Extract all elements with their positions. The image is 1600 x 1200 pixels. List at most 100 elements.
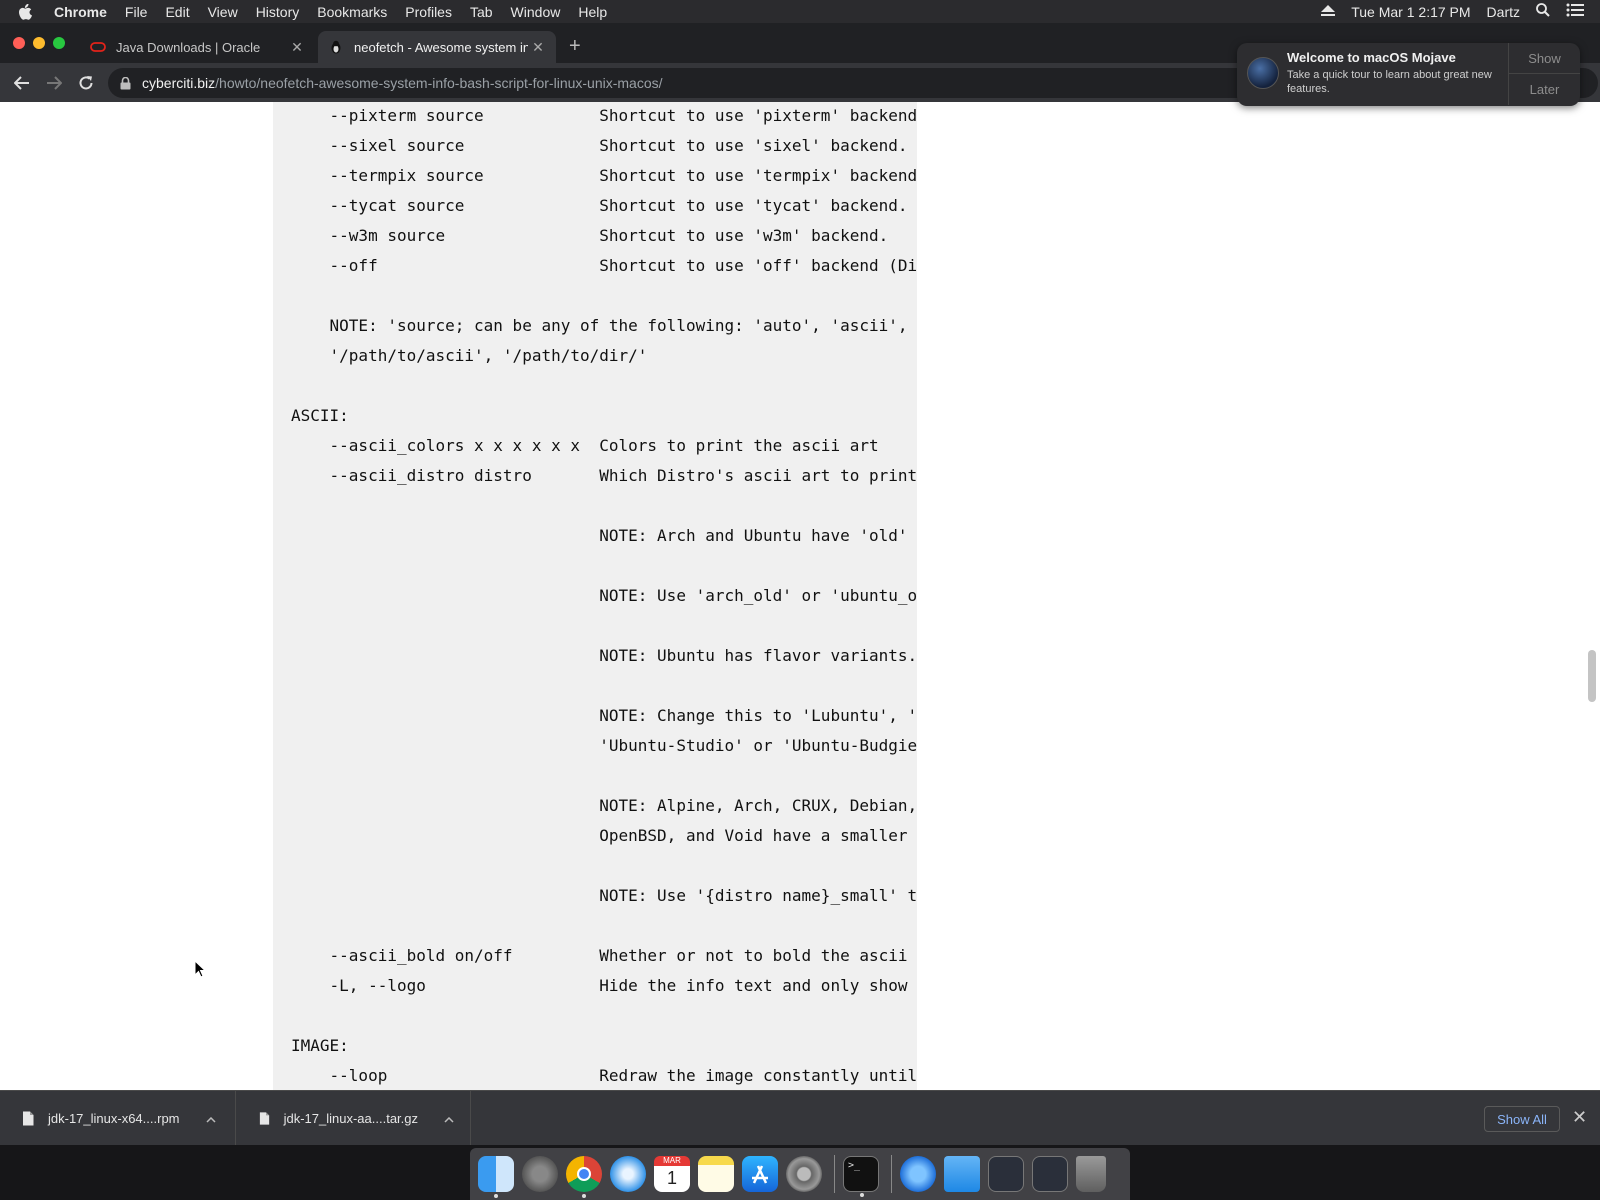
app-store-icon[interactable]: [742, 1156, 778, 1192]
close-download-shelf-icon[interactable]: ✕: [1572, 1107, 1587, 1128]
notification-later-button[interactable]: Later: [1508, 74, 1580, 105]
menu-history[interactable]: History: [256, 4, 300, 20]
running-indicator: [860, 1193, 864, 1197]
download-item[interactable]: jdk-17_linux-aa....tar.gz: [237, 1091, 471, 1146]
download-item[interactable]: jdk-17_linux-x64....rpm: [0, 1091, 236, 1146]
code-line: --loop Redraw the image constantly until: [291, 1066, 917, 1085]
notification-body: Take a quick tour to learn about great n…: [1287, 69, 1492, 95]
xcode-icon[interactable]: [900, 1156, 936, 1192]
menu-window[interactable]: Window: [511, 4, 561, 20]
menu-view[interactable]: View: [208, 4, 238, 20]
tab-neofetch[interactable]: neofetch - Awesome system in ✕: [318, 31, 556, 63]
spotlight-search-icon[interactable]: [1536, 3, 1550, 20]
tab-title: Java Downloads | Oracle: [116, 39, 261, 55]
launchpad-icon[interactable]: [522, 1156, 558, 1192]
calendar-icon[interactable]: MAR 1: [654, 1156, 690, 1192]
running-indicator: [582, 1194, 586, 1198]
safari-icon[interactable]: [610, 1156, 646, 1192]
code-line: --ascii_colors x x x x x x Colors to pri…: [291, 436, 879, 455]
clock[interactable]: Tue Mar 1 2:17 PM: [1351, 4, 1470, 20]
code-line: NOTE: Use '{distro name}_small' t: [291, 886, 917, 905]
tab-java-downloads[interactable]: Java Downloads | Oracle ✕: [80, 31, 315, 63]
code-line: NOTE: Ubuntu has flavor variants.: [291, 646, 917, 665]
macos-mojave-icon: [1247, 57, 1279, 89]
mojave-notification[interactable]: Welcome to macOS Mojave Take a quick tou…: [1237, 43, 1580, 106]
menu-help[interactable]: Help: [578, 4, 607, 20]
calendar-day: 1: [666, 1168, 677, 1188]
lock-icon[interactable]: [120, 76, 132, 90]
running-indicator: [494, 1194, 498, 1198]
dock: MAR 1 >_: [470, 1148, 1130, 1200]
new-tab-button[interactable]: +: [569, 35, 581, 58]
dock-separator: [834, 1155, 835, 1193]
tab-close-icon[interactable]: ✕: [528, 39, 548, 56]
show-all-downloads-button[interactable]: Show All: [1484, 1106, 1560, 1132]
code-line: --sixel source Shortcut to use 'sixel' b…: [291, 136, 908, 155]
url-domain: cyberciti.biz: [142, 75, 216, 91]
file-icon: [259, 1112, 270, 1125]
system-preferences-icon[interactable]: [786, 1156, 822, 1192]
code-line: '/path/to/ascii', '/path/to/dir/': [291, 346, 648, 365]
back-arrow-icon[interactable]: [10, 71, 34, 95]
page-content[interactable]: --pixterm source Shortcut to use 'pixter…: [0, 102, 1600, 1090]
chevron-up-icon[interactable]: [444, 1112, 454, 1126]
code-line: --ascii_bold on/off Whether or not to bo…: [291, 946, 908, 965]
notification-center-icon[interactable]: [1566, 3, 1584, 20]
code-line: --pixterm source Shortcut to use 'pixter…: [291, 106, 917, 125]
screenshot2-icon[interactable]: [1032, 1156, 1068, 1192]
code-line: IMAGE:: [291, 1036, 349, 1055]
download-filename: jdk-17_linux-x64....rpm: [48, 1111, 180, 1126]
terminal-icon[interactable]: >_: [843, 1156, 879, 1197]
mouse-pointer-icon: [194, 959, 207, 983]
url-path: /howto/neofetch-awesome-system-info-bash…: [215, 75, 663, 91]
code-line: NOTE: Change this to 'Lubuntu', ': [291, 706, 917, 725]
chevron-up-icon[interactable]: [205, 1112, 216, 1126]
window-fullscreen-button[interactable]: [53, 37, 65, 49]
download-filename: jdk-17_linux-aa....tar.gz: [283, 1111, 418, 1126]
menu-bookmarks[interactable]: Bookmarks: [317, 4, 387, 20]
trash-icon[interactable]: [1076, 1156, 1106, 1192]
folder-icon[interactable]: [944, 1156, 980, 1192]
code-line: NOTE: Use 'arch_old' or 'ubuntu_o: [291, 586, 917, 605]
notification-title: Welcome to macOS Mojave: [1287, 50, 1456, 65]
code-line: --off Shortcut to use 'off' backend (Di: [291, 256, 917, 275]
chrome-icon[interactable]: [566, 1156, 602, 1198]
code-line: ASCII:: [291, 406, 349, 425]
menu-profiles[interactable]: Profiles: [405, 4, 452, 20]
menu-app-chrome[interactable]: Chrome: [54, 4, 107, 20]
code-line: --ascii_distro distro Which Distro's asc…: [291, 466, 917, 485]
tab-close-icon[interactable]: ✕: [287, 39, 307, 56]
notes-icon[interactable]: [698, 1156, 734, 1192]
window-minimize-button[interactable]: [33, 37, 45, 49]
code-line: NOTE: 'source; can be any of the followi…: [291, 316, 908, 335]
calendar-month: MAR: [654, 1156, 690, 1166]
page-scrollbar[interactable]: [1588, 650, 1596, 702]
file-icon: [23, 1111, 34, 1126]
download-shelf: jdk-17_linux-x64....rpm jdk-17_linux-aa.…: [0, 1090, 1600, 1146]
menu-file[interactable]: File: [125, 4, 148, 20]
user-name[interactable]: Dartz: [1487, 4, 1520, 20]
code-line: --termpix source Shortcut to use 'termpi…: [291, 166, 917, 185]
menubar-status-area: Tue Mar 1 2:17 PM Dartz: [1321, 0, 1600, 23]
menu-bar: Chrome File Edit View History Bookmarks …: [0, 0, 1600, 23]
eject-icon[interactable]: [1321, 4, 1336, 20]
code-line: NOTE: Arch and Ubuntu have 'old': [291, 526, 908, 545]
window-close-button[interactable]: [13, 37, 25, 49]
apple-icon[interactable]: [18, 3, 40, 20]
oracle-favicon-icon: [90, 39, 106, 55]
forward-arrow-icon[interactable]: [42, 71, 66, 95]
menu-edit[interactable]: Edit: [165, 4, 189, 20]
tab-title: neofetch - Awesome system in: [354, 39, 528, 55]
dock-separator: [891, 1155, 892, 1193]
code-line: --tycat source Shortcut to use 'tycat' b…: [291, 196, 908, 215]
notification-show-button[interactable]: Show: [1508, 43, 1580, 74]
code-line: 'Ubuntu-Studio' or 'Ubuntu-Budgie: [291, 736, 917, 755]
screenshot-icon[interactable]: [988, 1156, 1024, 1192]
code-line: OpenBSD, and Void have a smaller: [291, 826, 908, 845]
finder-icon[interactable]: [478, 1156, 514, 1198]
code-line: NOTE: Alpine, Arch, CRUX, Debian,: [291, 796, 917, 815]
reload-icon[interactable]: [74, 71, 98, 95]
code-block: --pixterm source Shortcut to use 'pixter…: [273, 102, 917, 1090]
code-line: -L, --logo Hide the info text and only s…: [291, 976, 908, 995]
menu-tab[interactable]: Tab: [470, 4, 493, 20]
